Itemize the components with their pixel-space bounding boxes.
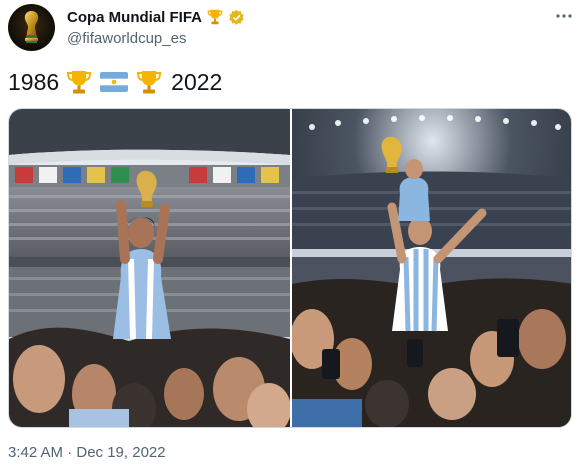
- avatar[interactable]: [8, 4, 55, 51]
- verified-badge-icon[interactable]: [228, 9, 245, 26]
- photo-2022-celebration: [292, 109, 571, 427]
- tweet-text: 1986 2022: [8, 68, 222, 96]
- account-name-row[interactable]: Copa Mundial FIFA: [67, 8, 245, 26]
- photo-2022[interactable]: [292, 109, 571, 427]
- photo-1986-celebration: [9, 109, 290, 427]
- world-cup-trophy-icon: [24, 11, 39, 43]
- more-options-icon[interactable]: [554, 9, 574, 23]
- year-end: 2022: [171, 68, 223, 95]
- trophy-emoji-icon: [137, 71, 162, 94]
- argentina-flag-icon: [100, 72, 129, 92]
- tweet-header: Copa Mundial FIFA @fifaworldcup_es: [0, 0, 588, 62]
- account-handle[interactable]: @fifaworldcup_es: [67, 30, 186, 47]
- tweet-media: [8, 108, 572, 428]
- trophy-emoji-icon: [207, 9, 223, 25]
- year-start: 1986: [8, 68, 60, 95]
- photo-1986[interactable]: [9, 109, 290, 427]
- trophy-emoji-icon: [67, 71, 92, 94]
- tweet-timestamp[interactable]: 3:42 AM · Dec 19, 2022: [8, 444, 166, 461]
- account-name[interactable]: Copa Mundial FIFA: [67, 9, 202, 26]
